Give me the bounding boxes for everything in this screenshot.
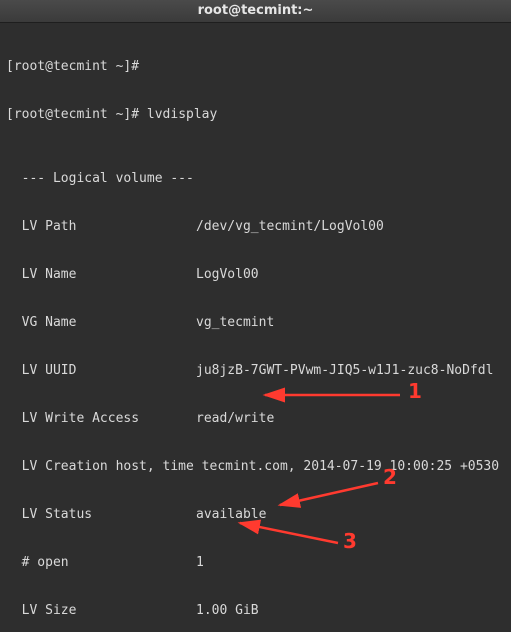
lv-section-header-1: --- Logical volume --- bbox=[6, 171, 505, 187]
lv-write-access-label: LV Write Access bbox=[6, 411, 196, 427]
annotation-number-3: 3 bbox=[343, 533, 357, 549]
lv-name-label: LV Name bbox=[6, 267, 196, 283]
lv-path-label: LV Path bbox=[6, 219, 196, 235]
lv-size-label: LV Size bbox=[6, 603, 196, 619]
lv-creation-label: LV Creation host, time bbox=[6, 459, 202, 474]
annotation-number-1: 1 bbox=[408, 383, 422, 399]
lv-status-label: LV Status bbox=[6, 507, 196, 523]
lv-name-value: LogVol00 bbox=[196, 267, 259, 282]
window-titlebar: root@tecmint:~ bbox=[0, 0, 511, 23]
arrow-2-icon bbox=[280, 483, 378, 505]
lv-uuid-value: ju8jzB-7GWT-PVwm-JIQ5-w1J1-zuc8-NoDfdl bbox=[196, 363, 493, 378]
arrow-3-icon bbox=[240, 523, 338, 543]
open-value: 1 bbox=[196, 555, 204, 570]
lv-path-value: /dev/vg_tecmint/LogVol00 bbox=[196, 219, 384, 234]
lv-creation-value: tecmint.com, 2014-07-19 10:00:25 +0530 bbox=[202, 459, 499, 474]
open-label: # open bbox=[6, 555, 196, 571]
vg-name-label: VG Name bbox=[6, 315, 196, 331]
prompt-line-2: [root@tecmint ~]# bbox=[6, 107, 147, 122]
vg-name-value: vg_tecmint bbox=[196, 315, 274, 330]
lv-write-access-value: read/write bbox=[196, 411, 274, 426]
command-lvdisplay: lvdisplay bbox=[147, 107, 217, 122]
terminal[interactable]: [root@tecmint ~]# [root@tecmint ~]# lvdi… bbox=[0, 23, 511, 632]
window-title: root@tecmint:~ bbox=[198, 3, 314, 18]
lv-size-value: 1.00 GiB bbox=[196, 603, 259, 618]
prompt-line-1: [root@tecmint ~]# bbox=[6, 59, 139, 74]
lv-uuid-label: LV UUID bbox=[6, 363, 196, 379]
lv-status-value: available bbox=[196, 507, 266, 522]
